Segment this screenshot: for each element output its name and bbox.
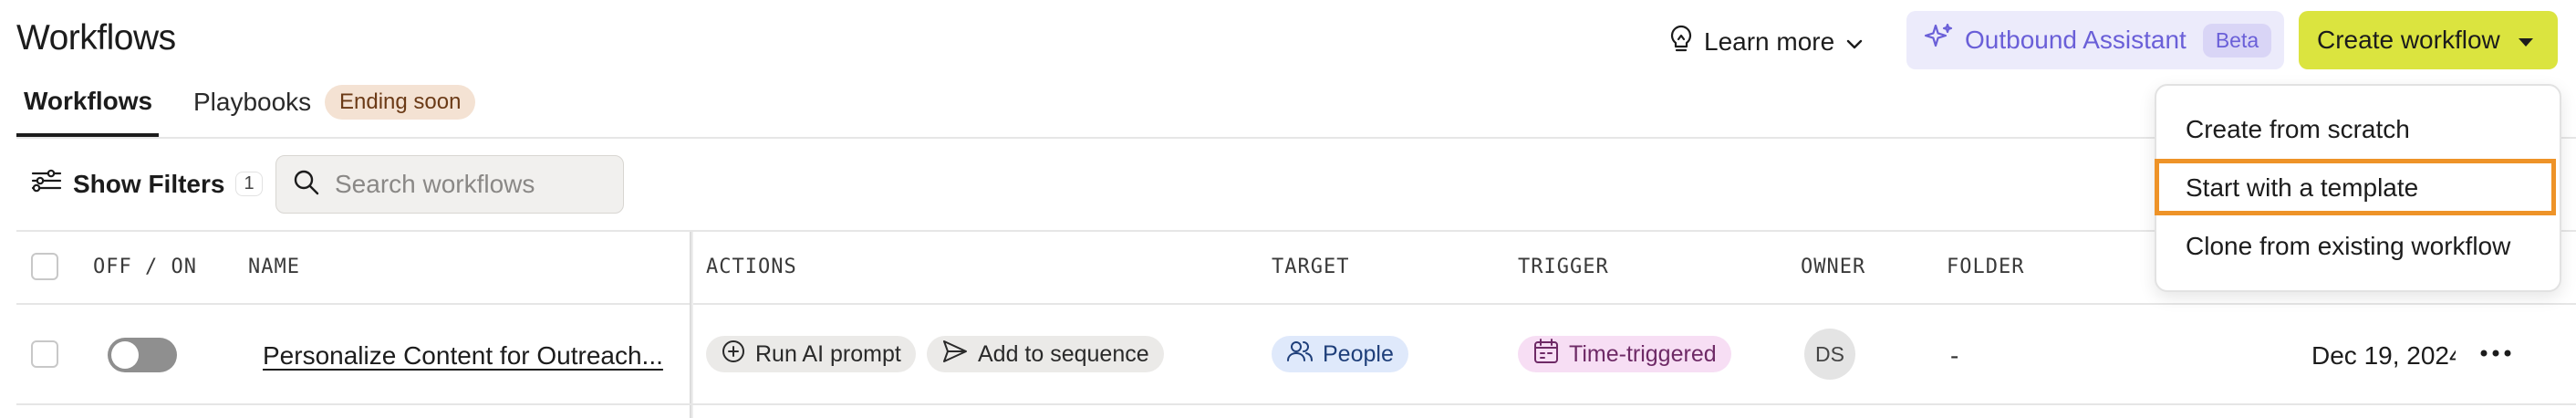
trigger-label: Time-triggered: [1569, 340, 1717, 367]
tab-playbooks[interactable]: Playbooks: [193, 88, 311, 117]
create-workflow-button[interactable]: Create workflow: [2299, 11, 2558, 69]
menu-item-clone-existing[interactable]: Clone from existing workflow: [2186, 232, 2510, 261]
workflow-name-link[interactable]: Personalize Content for Outreach...: [263, 341, 663, 371]
search-box[interactable]: [275, 155, 627, 214]
action-run-ai-prompt: Run AI prompt: [706, 336, 916, 372]
more-options-button[interactable]: [2474, 338, 2518, 371]
menu-item-create-from-scratch[interactable]: Create from scratch: [2186, 115, 2410, 144]
show-filters-button[interactable]: Show Filters 1: [31, 168, 263, 200]
chevron-down-icon: [1845, 27, 1864, 57]
trigger-badge: Time-triggered: [1518, 336, 1731, 372]
action-add-to-sequence: Add to sequence: [927, 336, 1164, 372]
search-icon: [293, 169, 320, 201]
learn-more-button[interactable]: Learn more: [1669, 20, 1864, 64]
column-header-owner: OWNER: [1801, 256, 1866, 278]
column-header-actions: ACTIONS: [706, 256, 797, 278]
select-all-checkbox[interactable]: [31, 253, 58, 280]
header-divider: [16, 303, 2576, 305]
action-label: Add to sequence: [978, 340, 1149, 367]
column-header-trigger: TRIGGER: [1518, 256, 1609, 278]
calendar-icon: [1532, 338, 1560, 371]
toggle-knob: [111, 341, 139, 369]
column-header-name[interactable]: NAME: [248, 256, 300, 278]
assistant-label: Outbound Assistant: [1965, 26, 2186, 54]
send-icon: [941, 339, 969, 371]
people-icon: [1286, 339, 1314, 371]
search-input[interactable]: [335, 170, 627, 199]
show-filters-label: Show Filters: [73, 169, 225, 198]
workflow-toggle[interactable]: [108, 338, 177, 372]
column-header-folder: FOLDER: [1947, 256, 2025, 278]
create-workflow-menu: Create from scratch Start with a templat…: [2155, 84, 2561, 292]
plus-circle-icon: [721, 339, 746, 371]
menu-item-start-with-template[interactable]: Start with a template: [2186, 173, 2418, 203]
filter-sliders-icon: [31, 168, 62, 200]
frozen-column-separator: [690, 232, 693, 418]
column-header-target: TARGET: [1272, 256, 1350, 278]
more-horizontal-icon: [2479, 346, 2512, 362]
target-label: People: [1323, 340, 1394, 367]
page-title: Workflows: [16, 18, 176, 57]
sparkle-icon: [1923, 22, 1954, 59]
create-workflow-label: Create workflow: [2317, 26, 2500, 54]
ending-soon-badge: Ending soon: [325, 85, 476, 120]
beta-badge: Beta: [2202, 23, 2272, 57]
row-checkbox[interactable]: [31, 340, 58, 368]
date-value: Dec 19, 2024: [2311, 341, 2456, 370]
learn-more-label: Learn more: [1704, 27, 1835, 56]
outbound-assistant-button[interactable]: Outbound Assistant Beta: [1906, 11, 2284, 69]
lightbulb-icon: [1669, 25, 1693, 60]
caret-down-icon: [2517, 26, 2535, 55]
filters-count-badge: 1: [235, 172, 263, 196]
action-label: Run AI prompt: [755, 340, 901, 367]
target-badge: People: [1272, 336, 1408, 372]
column-header-off-on: OFF / ON: [93, 256, 197, 278]
row-divider: [16, 403, 2576, 405]
tab-workflows[interactable]: Workflows: [24, 87, 152, 116]
owner-avatar: DS: [1804, 329, 1855, 380]
folder-value: -: [1950, 341, 1959, 370]
